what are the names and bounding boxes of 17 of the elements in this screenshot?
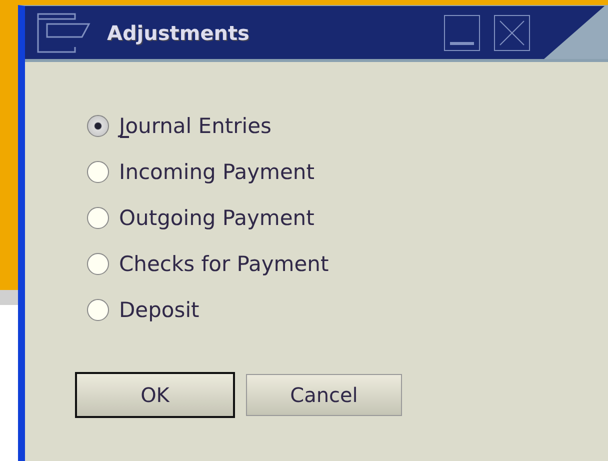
radio-button[interactable]	[87, 161, 109, 183]
window-title: Adjustments	[107, 20, 250, 44]
ok-button[interactable]: OK	[75, 372, 235, 418]
cancel-button[interactable]: Cancel	[246, 374, 402, 416]
window-icon	[37, 12, 93, 52]
radio-button[interactable]	[87, 115, 109, 137]
radio-button[interactable]	[87, 299, 109, 321]
radio-option[interactable]: Outgoing Payment	[87, 206, 314, 230]
radio-button[interactable]	[87, 207, 109, 229]
radio-button[interactable]	[87, 253, 109, 275]
radio-option[interactable]: Incoming Payment	[87, 160, 314, 184]
radio-option[interactable]: Checks for Payment	[87, 252, 329, 276]
radio-option[interactable]: Deposit	[87, 298, 200, 322]
close-button[interactable]	[494, 14, 530, 50]
minimize-button[interactable]	[444, 14, 480, 50]
minimize-icon	[450, 42, 474, 44]
radio-option[interactable]: Journal Entries	[87, 114, 272, 138]
